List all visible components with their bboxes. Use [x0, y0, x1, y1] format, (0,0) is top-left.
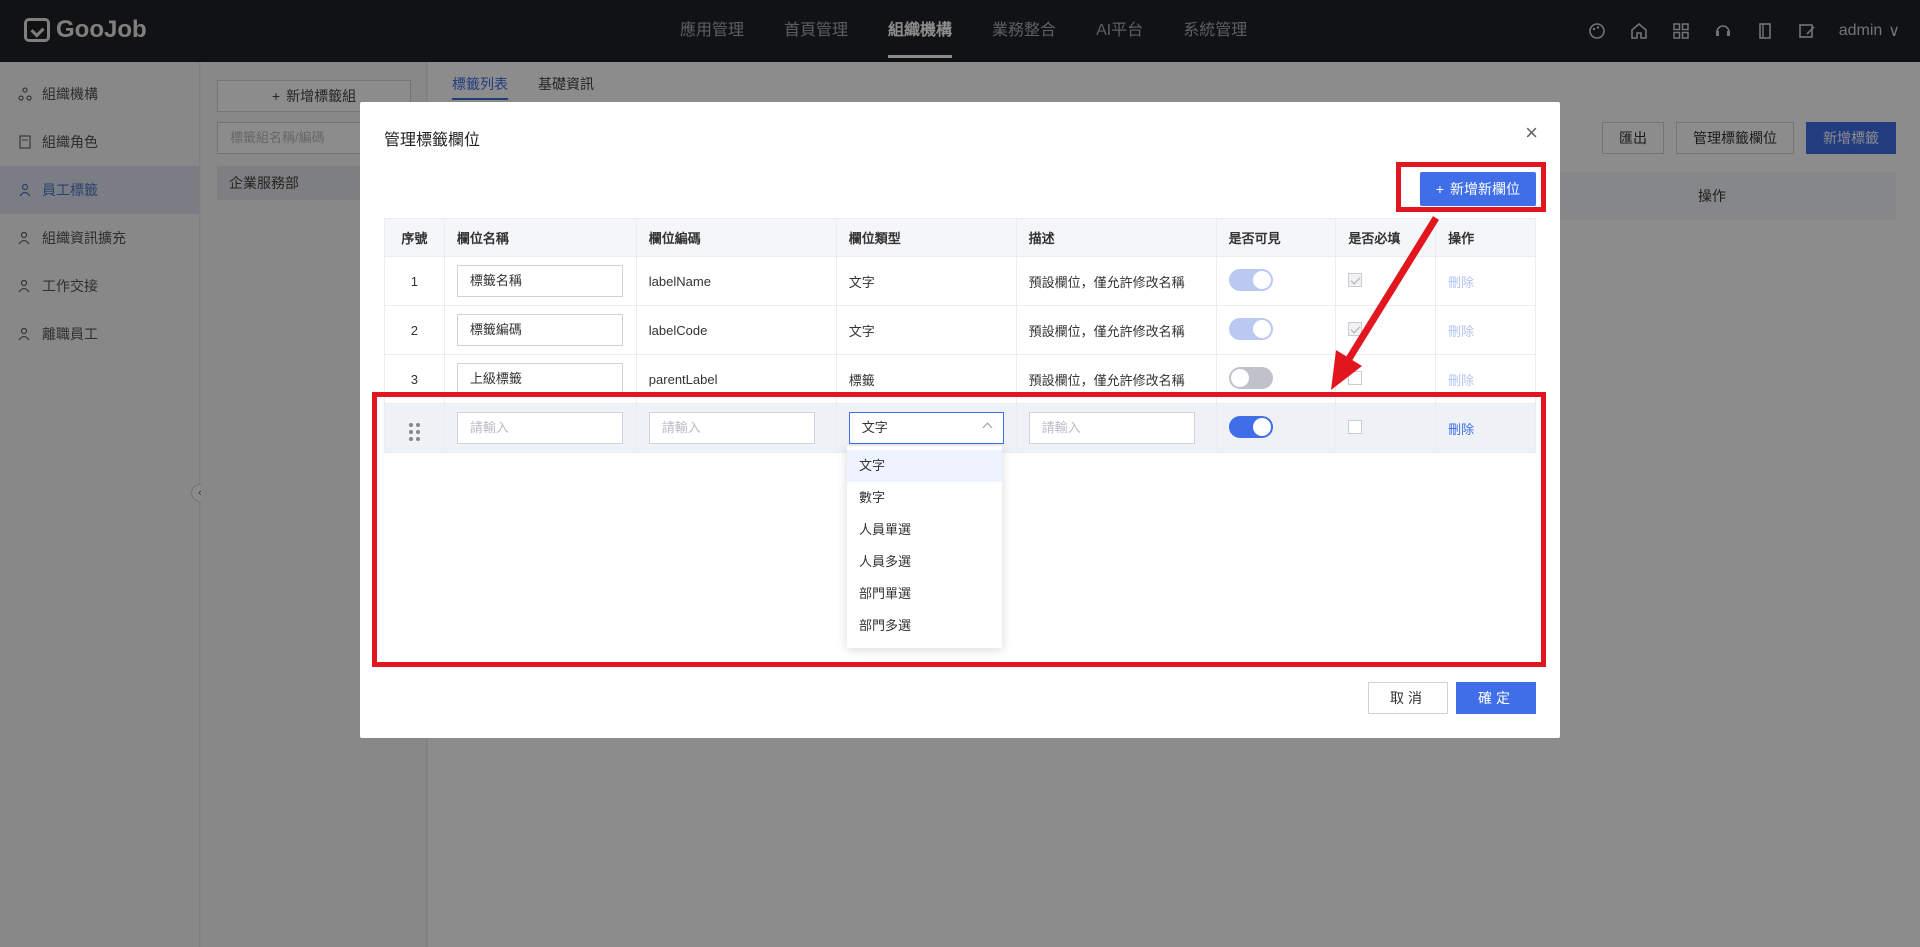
col-field-type: 欄位類型	[835, 218, 1017, 257]
col-description: 描述	[1015, 218, 1217, 257]
visible-toggle	[1228, 268, 1273, 291]
close-icon[interactable]: ×	[1525, 122, 1538, 144]
col-actions: 操作	[1435, 218, 1536, 257]
field-name-input[interactable]: 標籤編碼	[456, 314, 623, 346]
visible-cell	[1215, 305, 1337, 355]
row-index: 1	[384, 256, 445, 306]
required-checkbox	[1348, 321, 1363, 336]
col-visible: 是否可見	[1215, 218, 1337, 257]
visible-cell	[1215, 256, 1337, 306]
table-row: 2 標籤編碼 labelCode 文字 預設欄位，僅允許修改名稱 刪除	[384, 305, 1536, 355]
delete-link: 刪除	[1448, 274, 1475, 290]
field-name-cell: 標籤編碼	[443, 305, 637, 355]
row-index: 2	[384, 305, 445, 355]
field-name-input[interactable]: 標籤名稱	[456, 265, 623, 297]
field-code-cell: labelCode	[635, 305, 837, 355]
visible-toggle[interactable]	[1228, 366, 1273, 389]
field-name-cell: 標籤名稱	[443, 256, 637, 306]
field-code-cell: labelName	[635, 256, 837, 306]
dialog-title: 管理標籤欄位	[384, 132, 481, 149]
field-type-cell: 文字	[835, 256, 1017, 306]
required-checkbox	[1348, 370, 1363, 385]
col-field-name: 欄位名稱	[443, 218, 637, 257]
delete-link: 刪除	[1448, 323, 1475, 339]
field-name-input[interactable]: 上級標籤	[456, 363, 623, 395]
description-cell: 預設欄位，僅允許修改名稱	[1015, 305, 1217, 355]
col-index: 序號	[384, 218, 445, 257]
dialog-footer: 取消 確定	[1368, 682, 1536, 714]
col-required: 是否必填	[1335, 218, 1437, 257]
cancel-button[interactable]: 取消	[1368, 682, 1448, 714]
required-cell	[1335, 305, 1437, 355]
actions-cell: 刪除	[1435, 256, 1536, 306]
table-header-row: 序號 欄位名稱 欄位編碼 欄位類型 描述 是否可見 是否必填 操作	[384, 218, 1536, 257]
actions-cell: 刪除	[1435, 305, 1536, 355]
field-type-cell: 文字	[835, 305, 1017, 355]
annotation-highlight-new-row	[372, 392, 1546, 667]
required-cell	[1335, 256, 1437, 306]
required-checkbox	[1348, 272, 1363, 287]
confirm-button[interactable]: 確定	[1456, 682, 1536, 714]
table-row: 1 標籤名稱 labelName 文字 預設欄位，僅允許修改名稱 刪除	[384, 256, 1536, 306]
col-field-code: 欄位編碼	[635, 218, 837, 257]
visible-toggle	[1228, 317, 1273, 340]
delete-link: 刪除	[1448, 372, 1475, 388]
annotation-highlight-add-button	[1396, 162, 1546, 212]
description-cell: 預設欄位，僅允許修改名稱	[1015, 256, 1217, 306]
